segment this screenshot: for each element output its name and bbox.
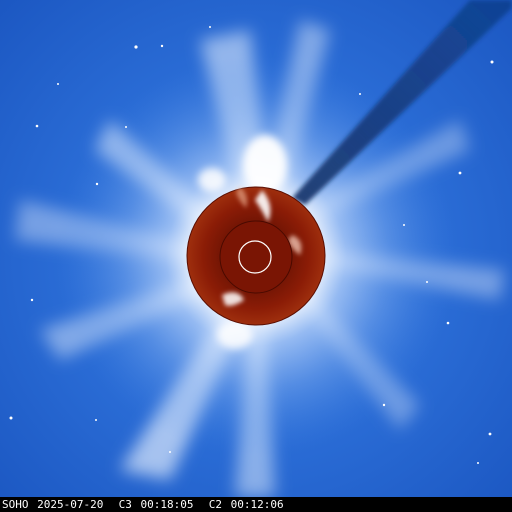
c2-time: 00:12:06 xyxy=(230,498,284,511)
c3-label: C3 xyxy=(118,498,132,511)
inner-occulter xyxy=(219,220,293,294)
c3-time: 00:18:05 xyxy=(140,498,194,511)
coronagraph-image xyxy=(0,0,512,497)
c2-label: C2 xyxy=(208,498,222,511)
date-label: 2025-07-20 xyxy=(37,498,104,511)
observatory-label: SOHO xyxy=(2,498,29,511)
caption-bar: SOHO 2025-07-20 C3 00:18:05 C2 00:12:06 xyxy=(0,497,512,512)
coronagraph-svg xyxy=(0,0,512,497)
